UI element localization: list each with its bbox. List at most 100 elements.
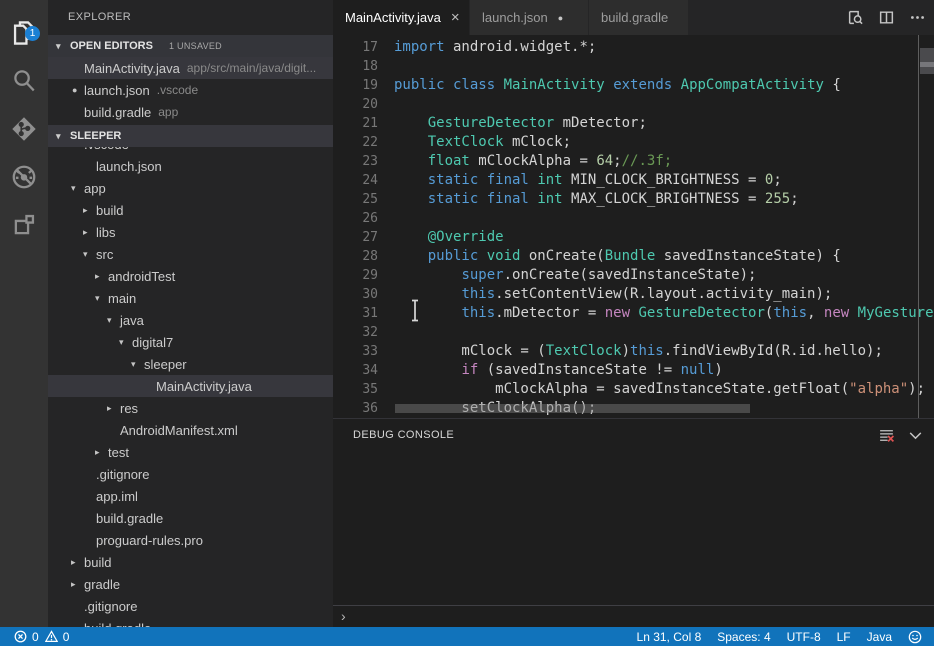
line-number[interactable]: 32 xyxy=(333,323,378,342)
tree-item-sleeper[interactable]: ▾sleeper xyxy=(48,353,333,375)
horizontal-scrollbar-thumb[interactable] xyxy=(395,404,750,413)
tree-item-build[interactable]: ▸build xyxy=(48,199,333,221)
tree-item--gitignore[interactable]: .gitignore xyxy=(48,463,333,485)
code-line-content: this.mDetector = new GestureDetector(thi… xyxy=(378,304,934,323)
status-item-spaces-4[interactable]: Spaces: 4 xyxy=(717,630,770,644)
line-number[interactable]: 22 xyxy=(333,133,378,152)
tree-item-proguard-rules-pro[interactable]: proguard-rules.pro xyxy=(48,529,333,551)
tree-item-test[interactable]: ▸test xyxy=(48,441,333,463)
line-number[interactable]: 31 xyxy=(333,304,378,323)
line-number[interactable]: 21 xyxy=(333,114,378,133)
activity-bar-item-files[interactable] xyxy=(0,13,48,53)
tree-item-label: app.iml xyxy=(96,489,138,504)
extensions-icon xyxy=(11,212,37,238)
code-line: 17import android.widget.*; xyxy=(333,38,934,57)
line-number[interactable]: 17 xyxy=(333,38,378,57)
overview-ruler-border xyxy=(918,35,919,418)
activity-bar-item-debug-disabled[interactable] xyxy=(0,157,48,197)
open-editor-item[interactable]: MainActivity.javaapp/src/main/java/digit… xyxy=(48,57,333,79)
status-item-ln-31-col-8[interactable]: Ln 31, Col 8 xyxy=(637,630,702,644)
tree-item-androidmanifest-xml[interactable]: AndroidManifest.xml xyxy=(48,419,333,441)
feedback-smiley-icon[interactable] xyxy=(908,630,922,644)
tree-item-build-gradle[interactable]: build.gradle xyxy=(48,507,333,529)
collapse-panel-icon[interactable] xyxy=(907,427,924,444)
tree-item-build[interactable]: ▸build xyxy=(48,551,333,573)
tree-item-src[interactable]: ▾src xyxy=(48,243,333,265)
chevron-right-icon: ▸ xyxy=(71,579,84,590)
line-number[interactable]: 33 xyxy=(333,342,378,361)
explorer-sidebar: EXPLORER ▾ OPEN EDITORS 1 UNSAVED MainAc… xyxy=(48,0,333,627)
open-editors-label: OPEN EDITORS xyxy=(70,40,153,52)
more-actions-icon[interactable] xyxy=(909,9,926,26)
code-editor[interactable]: 17import android.widget.*;1819public cla… xyxy=(333,35,934,418)
split-editor-icon[interactable] xyxy=(878,9,895,26)
tree-item-androidtest[interactable]: ▸androidTest xyxy=(48,265,333,287)
status-count: 0 xyxy=(63,630,70,644)
line-number[interactable]: 23 xyxy=(333,152,378,171)
line-number[interactable]: 27 xyxy=(333,228,378,247)
line-number[interactable]: 35 xyxy=(333,380,378,399)
line-number[interactable]: 25 xyxy=(333,190,378,209)
code-line-content: float mClockAlpha = 64;//.3f; xyxy=(378,152,672,171)
tab-label: build.gradle xyxy=(601,10,668,25)
open-editor-item[interactable]: build.gradleapp xyxy=(48,101,333,123)
status-warnings[interactable]: 0 xyxy=(45,630,70,644)
tree-item-res[interactable]: ▸res xyxy=(48,397,333,419)
code-line: 22 TextClock mClock; xyxy=(333,133,934,152)
tree-item-main[interactable]: ▾main xyxy=(48,287,333,309)
tree-item-gradle[interactable]: ▸gradle xyxy=(48,573,333,595)
line-number[interactable]: 29 xyxy=(333,266,378,285)
panel-title: DEBUG CONSOLE xyxy=(353,429,454,441)
open-editor-path: app/src/main/java/digit... xyxy=(187,61,316,75)
activity-bar-item-search[interactable] xyxy=(0,61,48,101)
line-number[interactable]: 30 xyxy=(333,285,378,304)
code-line-content: if (savedInstanceState != null) xyxy=(378,361,723,380)
activity-bar-item-source-control[interactable] xyxy=(0,109,48,149)
line-number[interactable]: 24 xyxy=(333,171,378,190)
line-number[interactable]: 20 xyxy=(333,95,378,114)
debug-console-input[interactable]: › xyxy=(333,605,934,628)
tree-item-digital7[interactable]: ▾digital7 xyxy=(48,331,333,353)
errors-icon xyxy=(14,630,27,643)
line-number[interactable]: 26 xyxy=(333,209,378,228)
line-number[interactable]: 34 xyxy=(333,361,378,380)
status-item-lf[interactable]: LF xyxy=(837,630,851,644)
open-editors-header[interactable]: ▾ OPEN EDITORS 1 UNSAVED xyxy=(48,35,333,57)
status-errors[interactable]: 0 xyxy=(14,630,39,644)
close-icon[interactable]: × xyxy=(451,10,460,25)
tree-item-app-iml[interactable]: app.iml xyxy=(48,485,333,507)
tree-item-java[interactable]: ▾java xyxy=(48,309,333,331)
tree-item-build-gradle[interactable]: build.gradle xyxy=(48,617,333,627)
line-number[interactable]: 19 xyxy=(333,76,378,95)
tree-item-label: launch.json xyxy=(96,159,162,174)
open-preview-icon[interactable] xyxy=(847,9,864,26)
modified-dot-icon: ● xyxy=(558,13,563,23)
open-editor-item[interactable]: ●launch.json.vscode xyxy=(48,79,333,101)
code-line: 20 xyxy=(333,95,934,114)
tab-build-gradle[interactable]: build.gradle xyxy=(589,0,689,35)
line-number[interactable]: 36 xyxy=(333,399,378,418)
chevron-right-icon: ▸ xyxy=(83,205,96,216)
file-tree: ▾.vscodelaunch.json▾app▸build▸libs▾src▸a… xyxy=(48,133,333,627)
tree-item-launch-json[interactable]: launch.json xyxy=(48,155,333,177)
line-number[interactable]: 28 xyxy=(333,247,378,266)
workspace-section-header[interactable]: ▾ SLEEPER xyxy=(48,125,333,147)
status-item-java[interactable]: Java xyxy=(867,630,892,644)
panel-header: DEBUG CONSOLE xyxy=(333,419,934,451)
tree-item-libs[interactable]: ▸libs xyxy=(48,221,333,243)
status-item-utf-8[interactable]: UTF-8 xyxy=(787,630,821,644)
tree-item--gitignore[interactable]: .gitignore xyxy=(48,595,333,617)
vertical-scrollbar-thumb[interactable] xyxy=(920,48,934,74)
chevron-right-icon: ▸ xyxy=(107,403,120,414)
code-line-content: mClock = (TextClock)this.findViewById(R.… xyxy=(378,342,883,361)
tree-item-app[interactable]: ▾app xyxy=(48,177,333,199)
line-number[interactable]: 18 xyxy=(333,57,378,76)
tab-label: MainActivity.java xyxy=(345,10,441,25)
tree-item-mainactivity-java[interactable]: MainActivity.java xyxy=(48,375,333,397)
tree-item-label: .gitignore xyxy=(96,467,149,482)
tab-mainactivity-java[interactable]: MainActivity.java × xyxy=(333,0,470,35)
tab-launch-json[interactable]: launch.json ● xyxy=(470,0,589,35)
clear-console-icon[interactable] xyxy=(878,427,895,444)
tab-label: launch.json xyxy=(482,10,548,25)
activity-bar-item-extensions[interactable] xyxy=(0,205,48,245)
